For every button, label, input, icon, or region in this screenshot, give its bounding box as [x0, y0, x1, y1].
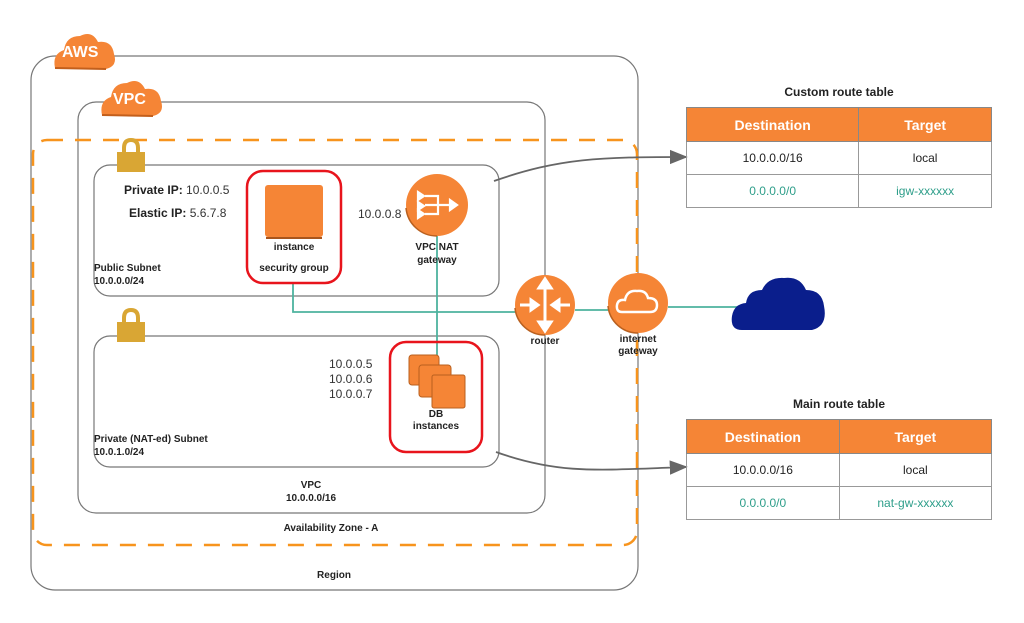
private-subnet-cidr: 10.0.1.0/24	[94, 447, 145, 458]
nat-ip: 10.0.0.8	[358, 207, 402, 221]
route-destination: 0.0.0.0/0	[686, 486, 840, 520]
route-target: local	[858, 141, 992, 175]
arrow-to-custom-route-table	[493, 149, 688, 182]
route-destination: 10.0.0.0/16	[686, 453, 840, 487]
custom-route-table-title: Custom route table	[784, 85, 894, 99]
custom-route-table: Destination Target 10.0.0.0/16 local 0.0…	[685, 107, 992, 208]
column-header-destination: Destination	[686, 419, 840, 454]
route-target: nat-gw-xxxxxx	[838, 486, 993, 520]
connection-instance-router	[292, 282, 520, 313]
db-label-line2: instances	[412, 421, 460, 432]
instance-label: instance	[273, 242, 315, 253]
internet-cloud-icon	[731, 277, 825, 330]
elastic-ip-label: Elastic IP:	[129, 206, 187, 220]
private-ip-value: 10.0.0.5	[186, 183, 230, 197]
aws-badge-label: AWS	[62, 44, 99, 61]
region-label: Region	[317, 570, 351, 581]
private-ip-row: Private IP: 10.0.0.5	[124, 183, 229, 197]
arrow-to-main-route-table	[495, 451, 688, 475]
route-destination: 0.0.0.0/0	[685, 174, 860, 208]
db-instances-icon	[408, 354, 466, 409]
public-subnet-name: Public Subnet	[94, 263, 161, 274]
db-label-line1: DB	[428, 409, 444, 420]
vpc-badge-label: VPC	[113, 91, 146, 108]
router-icon	[514, 275, 575, 336]
igw-label-line2: gateway	[618, 346, 658, 357]
table-row: 0.0.0.0/0 nat-gw-xxxxxx	[686, 486, 993, 520]
main-route-table-title: Main route table	[792, 397, 885, 411]
availability-zone-label: Availability Zone - A	[283, 523, 379, 534]
igw-label-line1: internet	[619, 334, 657, 345]
route-target: igw-xxxxxx	[858, 174, 992, 208]
route-target: local	[838, 453, 993, 487]
nat-label-line2: gateway	[417, 255, 457, 266]
db-ip-3: 10.0.0.7	[329, 387, 373, 401]
public-subnet-cidr: 10.0.0.0/24	[94, 276, 145, 287]
table-header-row: Destination Target	[686, 419, 993, 454]
private-ip-label: Private IP:	[124, 183, 183, 197]
elastic-ip-value: 5.6.7.8	[189, 206, 227, 220]
table-row: 10.0.0.0/16 local	[685, 141, 992, 175]
security-group-label: security group	[259, 263, 329, 274]
ec2-instance-icon	[265, 185, 323, 237]
internet-gateway-icon	[607, 273, 668, 334]
main-route-table: Destination Target 10.0.0.0/16 local 0.0…	[686, 419, 993, 520]
db-ip-2: 10.0.0.6	[329, 372, 373, 386]
vpc-name: VPC	[300, 480, 322, 491]
table-header-row: Destination Target	[685, 107, 992, 142]
column-header-target: Target	[858, 107, 992, 142]
private-subnet-name: Private (NAT-ed) Subnet	[94, 434, 208, 445]
db-ip-1: 10.0.0.5	[329, 357, 373, 371]
vpc-cidr: 10.0.0.0/16	[285, 493, 337, 504]
table-row: 10.0.0.0/16 local	[686, 453, 993, 487]
lock-icon	[117, 137, 145, 172]
vpc-container	[77, 101, 546, 514]
router-label: router	[530, 336, 560, 347]
column-header-destination: Destination	[685, 107, 860, 142]
route-destination: 10.0.0.0/16	[685, 141, 860, 175]
lock-icon	[117, 307, 145, 342]
column-header-target: Target	[838, 419, 993, 454]
nat-gateway-icon	[405, 174, 468, 237]
nat-label-line1: VPC NAT	[415, 242, 459, 253]
elastic-ip-row: Elastic IP: 5.6.7.8	[129, 206, 226, 220]
table-row: 0.0.0.0/0 igw-xxxxxx	[685, 174, 992, 208]
